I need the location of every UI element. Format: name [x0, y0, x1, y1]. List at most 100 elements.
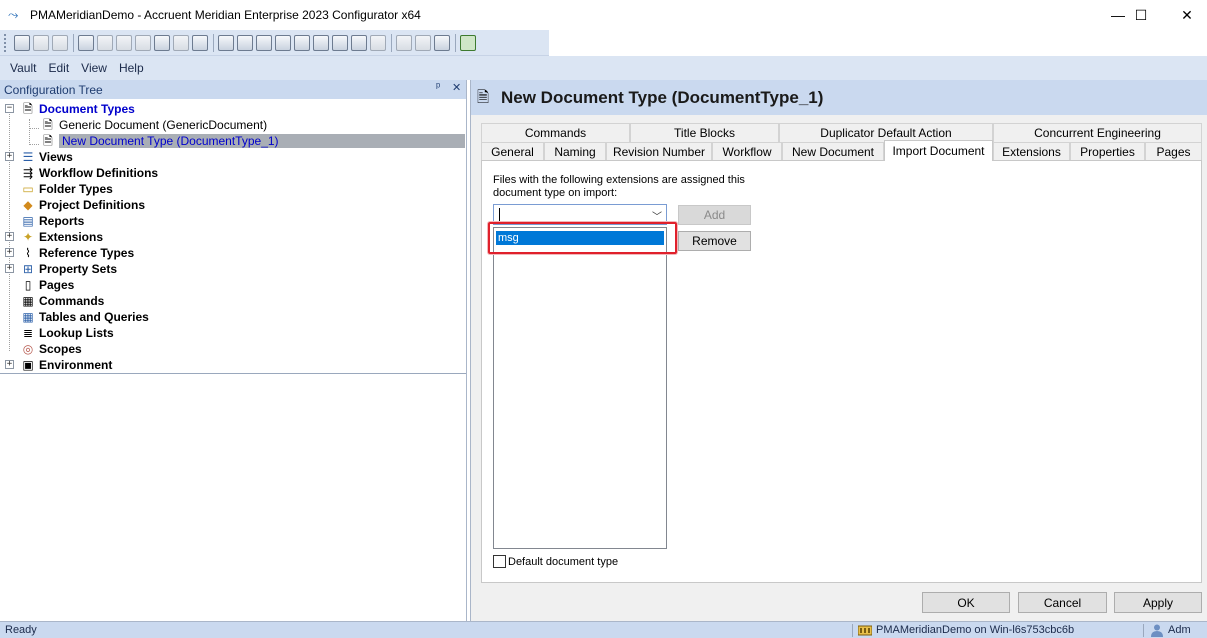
workflow-icon: ⇶ [22, 166, 34, 180]
reference-icon[interactable] [218, 34, 234, 51]
folder-icon[interactable] [135, 34, 151, 51]
help-icon[interactable] [460, 34, 476, 51]
environment-icon[interactable] [351, 34, 367, 51]
tab-extensions[interactable]: Extensions [993, 142, 1070, 161]
toolbar-separator [391, 33, 392, 52]
workflow-icon[interactable] [116, 34, 132, 51]
scopes-icon[interactable] [332, 34, 348, 51]
toolbar-separator [213, 33, 214, 52]
menu-edit[interactable]: Edit [42, 61, 75, 75]
edit-icon[interactable] [370, 34, 386, 51]
tree-item-views[interactable]: ☰ Views [20, 149, 73, 165]
tree-item-environment[interactable]: ▣ Environment [20, 357, 112, 373]
expander-document-types[interactable]: − [5, 104, 14, 113]
tree-item-reports[interactable]: ▤ Reports [20, 213, 84, 229]
refresh-icon[interactable] [52, 34, 68, 51]
project-icon[interactable] [154, 34, 170, 51]
expander-property-sets[interactable]: + [5, 264, 14, 273]
environment-icon: ▣ [22, 358, 34, 372]
tab-properties[interactable]: Properties [1070, 142, 1145, 161]
delete-icon[interactable] [434, 34, 450, 51]
tree-item-generic-document[interactable]: 🗎 Generic Document (GenericDocument) [40, 117, 267, 133]
property-set-icon[interactable] [237, 34, 253, 51]
tree-item-tables-and-queries[interactable]: ▦ Tables and Queries [20, 309, 149, 325]
cancel-button[interactable]: Cancel [1018, 592, 1107, 613]
tab-general[interactable]: General [481, 142, 544, 161]
tab-import-document[interactable]: Import Document [884, 140, 993, 161]
configuration-tree: − 🗎 Document Types 🗎 Generic Document (G… [0, 99, 466, 374]
copy-icon[interactable] [396, 34, 412, 51]
menu-vault[interactable]: Vault [4, 61, 42, 75]
expander-views[interactable]: + [5, 152, 14, 161]
tree-item-document-types[interactable]: 🗎 Document Types [20, 101, 135, 117]
save-icon[interactable] [33, 34, 49, 51]
tree-item-extensions[interactable]: ✦ Extensions [20, 229, 103, 245]
configurator-window: ⤳ PMAMeridianDemo - Accruent Meridian En… [0, 0, 1207, 638]
tree-item-folder-types[interactable]: ▭ Folder Types [20, 181, 112, 197]
maximize-icon: ☐ [1134, 6, 1148, 23]
extension-combo[interactable]: ﹀ [493, 204, 667, 225]
tab-revision-number[interactable]: Revision Number [606, 142, 712, 161]
list-item[interactable]: msg [496, 231, 664, 245]
tab-concurrent-engineering[interactable]: Concurrent Engineering [993, 123, 1202, 142]
tree-connector [29, 128, 39, 129]
checkbox-box[interactable] [493, 555, 506, 568]
tree-item-workflow-definitions[interactable]: ⇶ Workflow Definitions [20, 165, 158, 181]
document-types-icon: 🗎 [23, 102, 33, 116]
close-icon: ✕ [1181, 6, 1193, 23]
reference-icon: ⌇ [25, 246, 31, 260]
close-button[interactable]: ✕ [1164, 0, 1207, 30]
vault-icon[interactable] [14, 34, 30, 51]
extensions-icon[interactable] [192, 34, 208, 51]
tab-title-blocks[interactable]: Title Blocks [630, 123, 779, 142]
tree-item-reference-types[interactable]: ⌇ Reference Types [20, 245, 134, 261]
tab-commands[interactable]: Commands [481, 123, 630, 142]
tree-item-project-definitions[interactable]: ◆ Project Definitions [20, 197, 145, 213]
tree-item-pages[interactable]: ▯ Pages [20, 277, 75, 293]
pin-icon[interactable]: ᵖ [436, 81, 440, 93]
tab-pages[interactable]: Pages [1145, 142, 1202, 161]
tables-icon[interactable] [294, 34, 310, 51]
user-icon [1151, 624, 1163, 637]
extensions-icon: ✦ [22, 230, 34, 244]
tree-item-new-document-type[interactable]: 🗎 New Document Type (DocumentType_1) [40, 133, 465, 149]
close-icon[interactable]: ✕ [452, 81, 461, 94]
toolbar-grip[interactable] [4, 33, 8, 52]
extensions-list[interactable]: msg [493, 227, 667, 549]
server-icon [858, 625, 872, 636]
tree-item-property-sets[interactable]: ⊞ Property Sets [20, 261, 117, 277]
status-user: Adm [1150, 623, 1191, 637]
folder-icon: ▭ [22, 182, 34, 196]
pages-icon[interactable] [256, 34, 272, 51]
document-type-icon[interactable] [78, 34, 94, 51]
expander-extensions[interactable]: + [5, 232, 14, 241]
tree-item-commands[interactable]: ▦ Commands [20, 293, 104, 309]
tab-naming[interactable]: Naming [544, 142, 606, 161]
project-icon: ◆ [23, 198, 33, 212]
commands-icon[interactable] [275, 34, 291, 51]
remove-button[interactable]: Remove [678, 231, 751, 251]
configuration-tree-header: Configuration Tree ᵖ ✕ [0, 80, 466, 99]
editor-header: 🗎 New Document Type (DocumentType_1) [471, 80, 1207, 115]
menu-help[interactable]: Help [113, 61, 150, 75]
tree-item-scopes[interactable]: ◎ Scopes [20, 341, 82, 357]
default-document-type-checkbox[interactable]: Default document type [493, 555, 618, 568]
tab-workflow[interactable]: Workflow [712, 142, 782, 161]
reports-icon[interactable] [173, 34, 189, 51]
status-bar: Ready PMAMeridianDemo on Win-l6s753cbc6b… [0, 621, 1207, 638]
property-set-icon: ⊞ [22, 262, 34, 276]
menu-view[interactable]: View [75, 61, 113, 75]
chevron-down-icon[interactable]: ﹀ [652, 208, 662, 223]
apply-button[interactable]: Apply [1114, 592, 1202, 613]
lookup-icon[interactable] [313, 34, 329, 51]
maximize-button[interactable]: ☐ [1118, 0, 1164, 30]
tab-new-document[interactable]: New Document [782, 142, 884, 161]
ok-button[interactable]: OK [922, 592, 1010, 613]
views-icon[interactable] [97, 34, 113, 51]
add-button[interactable]: Add [678, 205, 751, 225]
expander-reference-types[interactable]: + [5, 248, 14, 257]
expander-environment[interactable]: + [5, 360, 14, 369]
tree-item-lookup-lists[interactable]: ≣ Lookup Lists [20, 325, 114, 341]
paste-icon[interactable] [415, 34, 431, 51]
default-document-type-label: Default document type [508, 555, 619, 568]
